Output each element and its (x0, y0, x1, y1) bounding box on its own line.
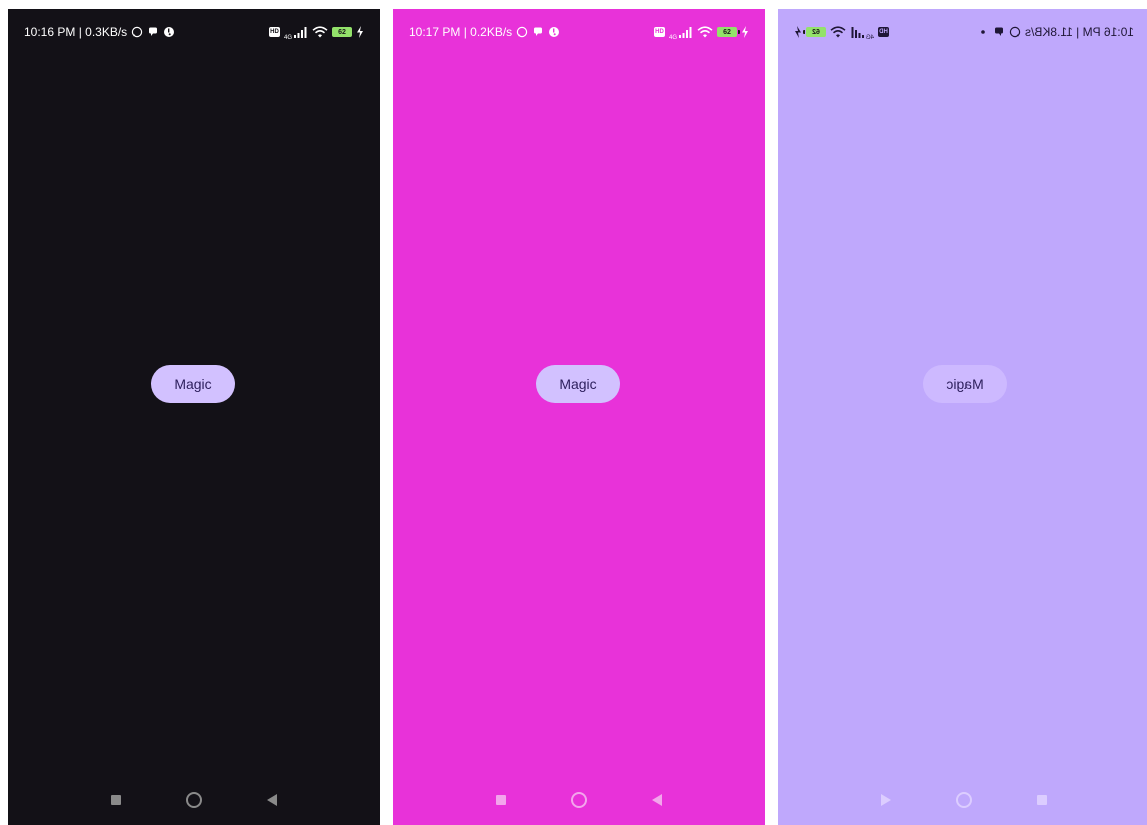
status-time-speed: 10:17 PM | 0.2KB/s (409, 25, 513, 39)
status-right: HD 4G 62 (653, 23, 749, 41)
back-triangle-icon (881, 794, 891, 806)
mirrored-content: 10:16 PM | 11.8KB/s HD 4G 62 Magic (778, 9, 1147, 825)
signal-bars-icon (294, 26, 308, 38)
status-bar: 10:16 PM | 0.3KB/s HD 4G 62 (8, 9, 380, 55)
signal-bars-icon (679, 26, 693, 38)
hd-volte-icon: HD (878, 27, 890, 37)
status-right: HD 4G 62 (794, 23, 890, 41)
status-time-speed: 10:16 PM | 11.8KB/s (1025, 25, 1134, 39)
back-triangle-icon (652, 794, 662, 806)
app-notification-icon (163, 26, 175, 38)
status-right: HD 4G 62 (268, 23, 364, 41)
status-left: 10:16 PM | 11.8KB/s (977, 25, 1134, 39)
home-circle-icon (186, 792, 202, 808)
whatsapp-icon (516, 26, 528, 38)
navigation-bar (393, 788, 765, 812)
battery-icon: 62 (806, 27, 826, 37)
phone-screen-dark: 10:16 PM | 0.3KB/s HD 4G 62 Magic (8, 9, 380, 825)
whatsapp-icon (131, 26, 143, 38)
wifi-icon (697, 26, 713, 38)
recent-apps-button[interactable] (489, 788, 513, 812)
status-bar: 10:16 PM | 11.8KB/s HD 4G 62 (778, 9, 1147, 55)
battery-icon: 62 (717, 27, 740, 37)
battery-icon: 62 (332, 27, 355, 37)
home-circle-icon (956, 792, 972, 808)
home-button[interactable] (952, 788, 976, 812)
network-type-label: 4G (866, 35, 875, 41)
back-button[interactable] (645, 788, 669, 812)
home-circle-icon (571, 792, 587, 808)
phone-screen-magenta: 10:17 PM | 0.2KB/s HD 4G 62 Magic (393, 9, 765, 825)
recent-apps-square-icon (496, 795, 506, 805)
app-notification-icon (548, 26, 560, 38)
hd-volte-icon: HD (268, 27, 280, 37)
status-left: 10:16 PM | 0.3KB/s (24, 25, 175, 39)
back-button[interactable] (874, 788, 898, 812)
charging-icon (356, 26, 364, 38)
magic-button[interactable]: Magic (923, 365, 1007, 403)
screenshot-collage: 10:16 PM | 0.3KB/s HD 4G 62 Magic 10:17 … (0, 0, 1147, 825)
status-left: 10:17 PM | 0.2KB/s (409, 25, 560, 39)
magic-button[interactable]: Magic (151, 365, 235, 403)
phone-screen-lavender-mirrored: 10:16 PM | 11.8KB/s HD 4G 62 Magic (778, 9, 1147, 825)
hd-volte-icon: HD (653, 27, 665, 37)
recent-apps-button[interactable] (104, 788, 128, 812)
back-triangle-icon (267, 794, 277, 806)
network-type-label: 4G (668, 35, 677, 41)
whatsapp-icon (1009, 26, 1021, 38)
navigation-bar (8, 788, 380, 812)
chat-bubble-icon (147, 26, 159, 38)
back-button[interactable] (260, 788, 284, 812)
chat-bubble-icon (532, 26, 544, 38)
recent-apps-square-icon (1037, 795, 1047, 805)
recent-apps-square-icon (111, 795, 121, 805)
status-time-speed: 10:16 PM | 0.3KB/s (24, 25, 128, 39)
wifi-icon (830, 26, 846, 38)
magic-button[interactable]: Magic (536, 365, 620, 403)
status-bar: 10:17 PM | 0.2KB/s HD 4G 62 (393, 9, 765, 55)
charging-icon (794, 26, 802, 38)
signal-bars-icon (850, 26, 864, 38)
dot-icon (977, 26, 989, 38)
network-type-label: 4G (283, 35, 292, 41)
recent-apps-button[interactable] (1030, 788, 1054, 812)
home-button[interactable] (567, 788, 591, 812)
home-button[interactable] (182, 788, 206, 812)
navigation-bar (778, 788, 1147, 812)
wifi-icon (312, 26, 328, 38)
charging-icon (741, 26, 749, 38)
chat-bubble-icon (993, 26, 1005, 38)
